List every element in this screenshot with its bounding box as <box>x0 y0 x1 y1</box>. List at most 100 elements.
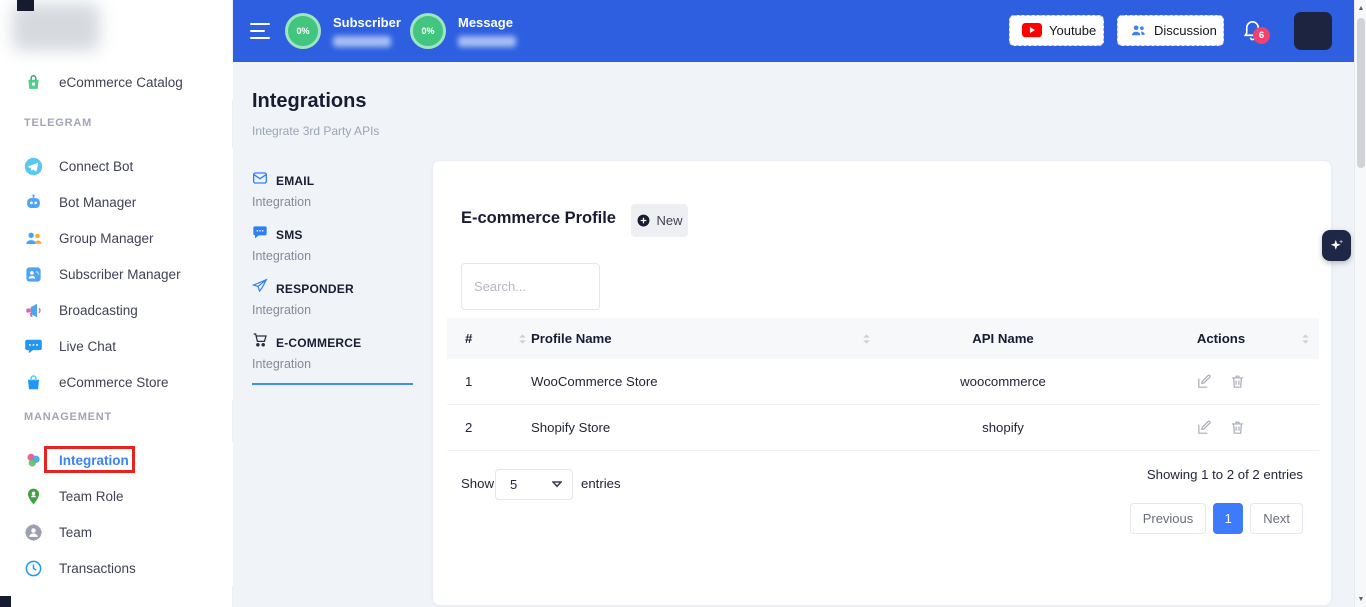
telegram-icon <box>24 157 43 176</box>
cell-num: 1 <box>447 374 531 389</box>
users-icon <box>24 229 43 248</box>
sidebar-item-label: Team <box>59 525 92 540</box>
sidebar-item-team-role[interactable]: Team Role <box>0 478 233 514</box>
integration-nav-sms[interactable]: SMS Integration <box>252 224 413 263</box>
discussion-button[interactable]: Discussion <box>1117 15 1224 46</box>
corner-fragment <box>0 596 11 607</box>
sidebar-item-label: Group Manager <box>59 231 154 246</box>
vertical-scrollbar[interactable]: ▲ ▼ <box>1354 0 1366 607</box>
edit-button[interactable] <box>1193 416 1217 440</box>
paper-plane-icon <box>252 278 268 299</box>
subscriber-card-icon <box>24 265 43 284</box>
message-progress-ring: 0% <box>410 13 446 49</box>
edit-button[interactable] <box>1193 370 1217 394</box>
integration-nav-title: SMS <box>276 228 303 242</box>
sort-icon[interactable] <box>1300 332 1311 345</box>
sidebar-item-group-manager[interactable]: Group Manager <box>0 220 233 256</box>
page-length-value: 5 <box>510 477 517 492</box>
user-avatar[interactable] <box>1294 12 1332 50</box>
store-bag-icon <box>24 373 43 392</box>
sidebar-item-integration[interactable]: Integration <box>0 442 233 478</box>
column-header-profile-name[interactable]: Profile Name <box>531 331 883 346</box>
ecommerce-profile-card: E-commerce Profile New # Profile Name AP… <box>432 160 1332 606</box>
sort-icon[interactable] <box>861 332 872 345</box>
integration-nav-subtitle: Integration <box>252 195 413 209</box>
integration-nav-email[interactable]: EMAIL Integration <box>252 170 413 209</box>
sidebar-item-label: Subscriber Manager <box>59 267 181 282</box>
show-label: Show <box>461 476 494 491</box>
message-percent: 0% <box>421 26 434 36</box>
delete-button[interactable] <box>1226 370 1250 394</box>
pagination: Previous 1 Next <box>1130 503 1303 534</box>
topbar: 0% Subscriber 0% Message Youtube Discuss… <box>233 0 1354 62</box>
page-subtitle: Integrate 3rd Party APIs <box>252 124 379 138</box>
delete-button[interactable] <box>1226 416 1250 440</box>
chevron-down-icon <box>552 481 562 488</box>
sidebar-item-subscriber-manager[interactable]: Subscriber Manager <box>0 256 233 292</box>
sidebar: eCommerce Catalog TELEGRAM Connect Bot B… <box>0 0 233 607</box>
next-page-button[interactable]: Next <box>1250 503 1303 534</box>
cart-icon <box>252 332 268 353</box>
previous-page-button[interactable]: Previous <box>1130 503 1207 534</box>
sidebar-item-label: Team Role <box>59 489 124 504</box>
entries-label: entries <box>581 476 621 491</box>
subscriber-usage-stat: 0% Subscriber <box>285 13 401 49</box>
new-profile-button[interactable]: New <box>631 204 688 237</box>
column-header-actions[interactable]: Actions <box>1123 331 1319 346</box>
app-screen: eCommerce Catalog TELEGRAM Connect Bot B… <box>0 0 1366 607</box>
sidebar-section-management: MANAGEMENT <box>24 411 112 423</box>
integration-drops-icon <box>24 451 43 470</box>
chat-bubble-icon <box>24 337 43 356</box>
sort-icon[interactable] <box>517 332 528 345</box>
page-title: Integrations <box>252 90 366 113</box>
scrollbar-thumb[interactable] <box>1357 18 1365 168</box>
logo-fragment <box>17 0 34 11</box>
table-row: 1 WooCommerce Store woocommerce <box>447 359 1319 405</box>
cell-api-name: woocommerce <box>883 374 1123 389</box>
subscriber-percent: 0% <box>296 26 309 36</box>
plus-circle-icon <box>636 213 651 228</box>
scroll-down-arrow-icon[interactable]: ▼ <box>1355 593 1366 605</box>
clock-icon <box>24 559 43 578</box>
notification-count-badge[interactable]: 6 <box>1253 27 1270 44</box>
integration-nav-ecommerce[interactable]: E-COMMERCE Integration <box>252 332 413 385</box>
sidebar-item-ecommerce-catalog[interactable]: eCommerce Catalog <box>0 64 233 100</box>
shopping-bag-icon <box>24 73 43 92</box>
sidebar-item-label: Integration <box>59 453 129 468</box>
sidebar-item-label: Live Chat <box>59 339 116 354</box>
current-page-button[interactable]: 1 <box>1213 503 1243 534</box>
sidebar-item-label: Connect Bot <box>59 159 133 174</box>
pin-person-icon <box>24 487 43 506</box>
main-content: Integrations Integrate 3rd Party APIs EM… <box>233 62 1354 607</box>
sidebar-item-live-chat[interactable]: Live Chat <box>0 328 233 364</box>
search-input[interactable] <box>461 263 600 310</box>
integration-nav-subtitle: Integration <box>252 303 413 317</box>
youtube-button-label: Youtube <box>1049 23 1096 38</box>
message-stat-label: Message <box>458 15 516 30</box>
sidebar-item-label: Bot Manager <box>59 195 136 210</box>
page-length-select[interactable]: 5 <box>495 469 573 500</box>
integration-nav-title: EMAIL <box>276 174 314 188</box>
message-usage-stat: 0% Message <box>410 13 516 49</box>
column-header-api-name[interactable]: API Name <box>883 331 1123 346</box>
assistant-fab-button[interactable] <box>1322 230 1351 261</box>
youtube-button[interactable]: Youtube <box>1009 15 1104 46</box>
sidebar-item-transactions[interactable]: Transactions <box>0 550 233 586</box>
integration-nav-title: RESPONDER <box>276 282 354 296</box>
sidebar-item-team[interactable]: Team <box>0 514 233 550</box>
sidebar-item-label: eCommerce Store <box>59 375 169 390</box>
subscriber-progress-ring: 0% <box>285 13 321 49</box>
scroll-up-arrow-icon[interactable]: ▲ <box>1355 2 1366 14</box>
sparkle-icon <box>1328 237 1345 254</box>
subscriber-stat-label: Subscriber <box>333 15 401 30</box>
cell-profile-name: WooCommerce Store <box>531 374 883 389</box>
integration-nav-subtitle: Integration <box>252 249 413 263</box>
sidebar-item-bot-manager[interactable]: Bot Manager <box>0 184 233 220</box>
integration-nav-title: E-COMMERCE <box>276 336 361 350</box>
sidebar-item-connect-bot[interactable]: Connect Bot <box>0 148 233 184</box>
sidebar-item-ecommerce-store[interactable]: eCommerce Store <box>0 364 233 400</box>
integration-nav-responder[interactable]: RESPONDER Integration <box>252 278 413 317</box>
sidebar-item-broadcasting[interactable]: Broadcasting <box>0 292 233 328</box>
sidebar-item-label: Broadcasting <box>59 303 138 318</box>
menu-toggle-icon[interactable] <box>250 23 270 39</box>
